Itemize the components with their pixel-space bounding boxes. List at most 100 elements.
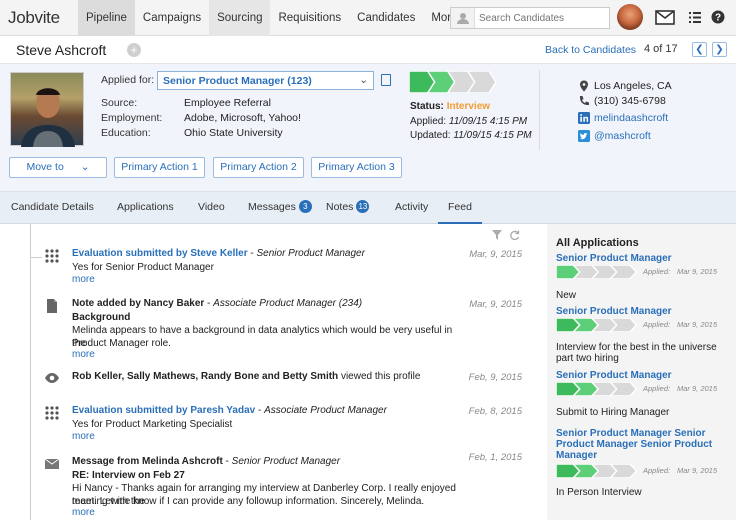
chevron-right-icon: ❯: [715, 44, 724, 55]
mail-icon[interactable]: [655, 10, 675, 25]
application-job-link[interactable]: Senior Product Manager: [556, 306, 726, 317]
twitter-icon: [578, 130, 590, 142]
tab-candidate-details[interactable]: Candidate Details: [11, 192, 94, 224]
primary-action-1-button[interactable]: Primary Action 1: [114, 157, 205, 178]
pager-count: 4 of 17: [644, 43, 678, 55]
feed-list: Evaluation submitted by Steve Keller - S…: [0, 224, 540, 520]
education-value: Ohio State University: [184, 127, 283, 139]
back-to-candidates-link[interactable]: Back to Candidates: [545, 44, 636, 56]
employment-value: Adobe, Microsoft, Yahoo!: [184, 112, 301, 124]
more-link[interactable]: more: [72, 431, 95, 442]
primary-action-2-button[interactable]: Primary Action 2: [213, 157, 304, 178]
tab-applications[interactable]: Applications: [117, 192, 174, 224]
feed-title: Message from Melinda Ashcroft - Senior P…: [72, 456, 341, 467]
list-icon[interactable]: [689, 11, 701, 24]
filter-icon[interactable]: [492, 230, 502, 240]
feed-title: Note added by Nancy Baker - Associate Pr…: [72, 298, 363, 309]
nav-candidates[interactable]: Candidates: [349, 0, 423, 36]
tab-notes[interactable]: Notes 13: [326, 192, 370, 224]
grid-icon: [45, 249, 59, 263]
logo[interactable]: Jobvite: [8, 8, 60, 28]
tab-messages-label: Messages: [248, 201, 296, 213]
applied-date: Mar 9, 2015: [677, 384, 718, 393]
feed-title-bold: Note added by Nancy Baker: [72, 298, 205, 309]
primary-action-3-button[interactable]: Primary Action 3: [311, 157, 402, 178]
feed-title-link[interactable]: Evaluation submitted by Steve Keller: [72, 248, 248, 259]
more-link[interactable]: more: [72, 507, 95, 518]
feed-date: Mar, 9, 2015: [469, 249, 522, 260]
status-label: Status:: [410, 101, 444, 112]
application-status: New: [556, 290, 577, 301]
tab-feed[interactable]: Feed: [438, 192, 482, 224]
nav-campaigns[interactable]: Campaigns: [135, 0, 209, 36]
feed-text: Product Manager role.: [72, 338, 171, 349]
prev-button[interactable]: ❮: [692, 42, 707, 57]
feed-subhead: Background: [72, 312, 131, 323]
add-button[interactable]: +: [127, 43, 141, 57]
document-icon[interactable]: [381, 74, 391, 86]
applied-label: Applied:: [643, 466, 671, 475]
messages-count-badge: 3: [298, 200, 312, 213]
status-progress-bar: [409, 71, 497, 93]
applied-date-line: Applied: 11/09/15 4:15 PM: [410, 116, 527, 127]
search-input[interactable]: [479, 10, 605, 26]
employment-label: Employment:: [101, 112, 163, 124]
twitter-link[interactable]: @mashcroft: [594, 130, 651, 142]
refresh-icon[interactable]: [509, 230, 520, 241]
application-status: In Person Interview: [556, 487, 642, 498]
applied-label: Applied:: [643, 267, 671, 276]
tab-video[interactable]: Video: [198, 192, 225, 224]
education-label: Education:: [101, 127, 151, 139]
move-to-dropdown[interactable]: Move to ⌄: [9, 157, 107, 178]
next-button[interactable]: ❯: [712, 42, 727, 57]
feed-date: Feb, 9, 2015: [468, 372, 522, 383]
application-job-link[interactable]: Senior Product Manager: [556, 253, 726, 264]
svg-text:?: ?: [715, 13, 721, 24]
nav-sourcing[interactable]: Sourcing: [209, 0, 271, 36]
user-avatar[interactable]: [617, 4, 643, 30]
notes-count-badge: 13: [356, 200, 370, 213]
tab-bar: Candidate Details Applications Video Mes…: [0, 192, 736, 224]
application-progress-bar: [556, 464, 638, 478]
candidate-name: Steve Ashcroft: [16, 42, 107, 58]
phone-icon: [579, 96, 589, 106]
nav-requisitions[interactable]: Requisitions: [270, 0, 349, 36]
application-progress-bar: [556, 382, 638, 396]
feed-title-role: Associate Product Manager (234): [213, 298, 363, 309]
location-text: Los Angeles, CA: [594, 80, 672, 92]
people-search-icon: [451, 8, 475, 28]
all-applications-title: All Applications: [556, 237, 639, 249]
application-job-link[interactable]: Senior Product Manager Senior Product Ma…: [556, 428, 726, 461]
more-link[interactable]: more: [72, 349, 95, 360]
feed-title-link[interactable]: Evaluation submitted by Paresh Yadav: [72, 405, 255, 416]
help-icon[interactable]: ?: [711, 10, 725, 24]
divider: [539, 70, 540, 150]
feed-title: Rob Keller, Sally Mathews, Randy Bone an…: [72, 371, 420, 382]
location-pin-icon: [580, 80, 588, 92]
nav-pipeline[interactable]: Pipeline: [78, 0, 135, 36]
more-link[interactable]: more: [72, 274, 95, 285]
feed-text: team. Let me know if I can provide any f…: [72, 496, 425, 507]
applied-date: Mar 9, 2015: [677, 267, 718, 276]
candidate-header: Steve Ashcroft + Back to Candidates 4 of…: [0, 36, 736, 64]
tab-messages[interactable]: Messages 3: [248, 192, 312, 224]
application-status: Interview for the best in the universe p…: [556, 342, 717, 364]
linkedin-link[interactable]: melindaashcroft: [594, 112, 668, 124]
application-job-link[interactable]: Senior Product Manager: [556, 370, 726, 381]
feed-title-role: Associate Product Manager: [264, 405, 387, 416]
application-progress-bar: [556, 318, 638, 332]
application-status: Submit to Hiring Manager: [556, 407, 670, 418]
applied-date: Mar 9, 2015: [677, 320, 718, 329]
applied-date-value: 11/09/15 4:15 PM: [448, 116, 528, 127]
feed-title-bold: Message from Melinda Ashcroft: [72, 456, 223, 467]
document-icon: [47, 299, 57, 313]
updated-date-value: 11/09/15 4:15 PM: [453, 130, 532, 141]
applied-for-select[interactable]: Senior Product Manager (123) ⌄: [157, 71, 374, 90]
candidate-search[interactable]: [450, 7, 610, 29]
application-progress-bar: [556, 265, 638, 279]
move-to-label: Move to: [26, 161, 64, 173]
eye-icon: [45, 373, 59, 383]
timeline-line: [30, 224, 31, 520]
applied-for-value: Senior Product Manager (123): [163, 75, 312, 87]
tab-activity[interactable]: Activity: [395, 192, 428, 224]
